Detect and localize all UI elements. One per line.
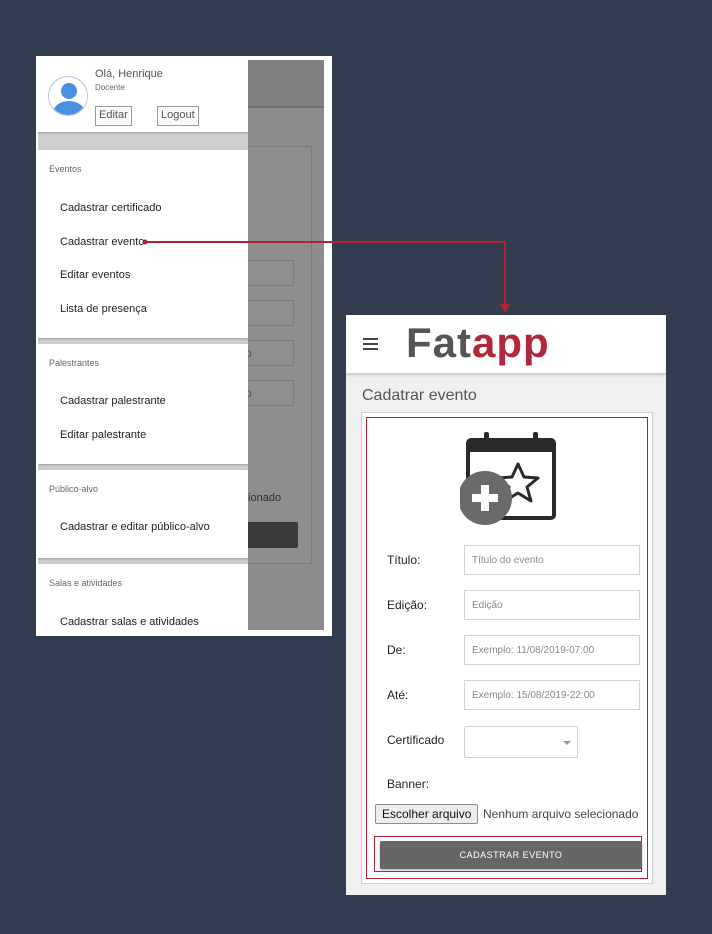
banner-label: Banner: (387, 777, 430, 791)
form-card: Título: Edição: De: Até: Certificado Ban… (361, 412, 653, 884)
start-date-field[interactable] (464, 635, 640, 665)
certificado-label: Certificado (387, 733, 445, 747)
choose-file-button[interactable]: Escolher arquivo (375, 804, 479, 824)
section-title-eventos: Eventos (49, 164, 82, 174)
edicao-field[interactable] (464, 590, 640, 620)
chevron-down-icon (563, 741, 571, 745)
menu-icon[interactable] (363, 338, 378, 350)
submit-event-button[interactable]: CADASTRAR EVENTO (380, 841, 642, 869)
menu-item-editar-eventos[interactable]: Editar eventos (60, 269, 130, 281)
menu-item-cadastrar-palestrante[interactable]: Cadastrar palestrante (60, 395, 166, 407)
menu-item-lista-presenca[interactable]: Lista de presença (60, 303, 147, 315)
section-palestrantes: Palestrantes Cadastrar palestrante Edita… (38, 344, 248, 464)
menu-item-editar-palestrante[interactable]: Editar palestrante (60, 429, 146, 441)
menu-item-cadastrar-certificado[interactable]: Cadastrar certificado (60, 202, 162, 214)
avatar-icon (48, 76, 88, 116)
app-bar: Fatapp (346, 315, 666, 373)
section-title-salas: Salas e atividades (49, 578, 123, 588)
ate-label: Até: (387, 688, 409, 702)
event-form-screenshot: Fatapp Cadatrar evento Título: Edição: (346, 315, 666, 895)
user-role: Docente (95, 83, 125, 92)
page-title: Cadatrar evento (362, 387, 477, 404)
file-status-text: Nenhum arquivo selecionado (483, 807, 639, 821)
form-highlight-outline: Título: Edição: De: Até: Certificado Ban… (366, 417, 648, 879)
user-greeting: Olá, Henrique (95, 68, 163, 80)
user-header: Olá, Henrique Docente Editar Logout (38, 60, 248, 132)
logout-button[interactable]: Logout (157, 106, 199, 126)
calendar-add-icon (458, 430, 564, 526)
menu-item-cadastrar-evento[interactable]: Cadastrar evento (60, 236, 144, 248)
menu-item-cadastrar-publico-alvo[interactable]: Cadastrar e editar público-alvo (60, 521, 210, 533)
drawer-screenshot: :00 :00 lecionado Olá, Henrique Docente … (36, 56, 332, 636)
titulo-field[interactable] (464, 545, 640, 575)
submit-highlight-outline: CADASTRAR EVENTO (374, 836, 642, 872)
section-salas-atividades: Salas e atividades Cadastrar salas e ati… (38, 564, 248, 630)
certificado-select[interactable] (464, 726, 578, 758)
navigation-drawer: Olá, Henrique Docente Editar Logout Even… (38, 60, 248, 630)
end-date-field[interactable] (464, 680, 640, 710)
menu-item-cadastrar-salas[interactable]: Cadastrar salas e atividades (60, 616, 199, 628)
titulo-label: Título: (387, 553, 421, 567)
section-title-palestrantes: Palestrantes (49, 358, 100, 368)
section-title-publico-alvo: Público-alvo (49, 484, 99, 494)
de-label: De: (387, 643, 406, 657)
edit-profile-button[interactable]: Editar (95, 106, 132, 126)
section-eventos: Eventos Cadastrar certificado Cadastrar … (38, 150, 248, 338)
edicao-label: Edição: (387, 598, 428, 612)
section-publico-alvo: Público-alvo Cadastrar e editar público-… (38, 470, 248, 558)
app-logo: Fatapp (406, 319, 550, 366)
